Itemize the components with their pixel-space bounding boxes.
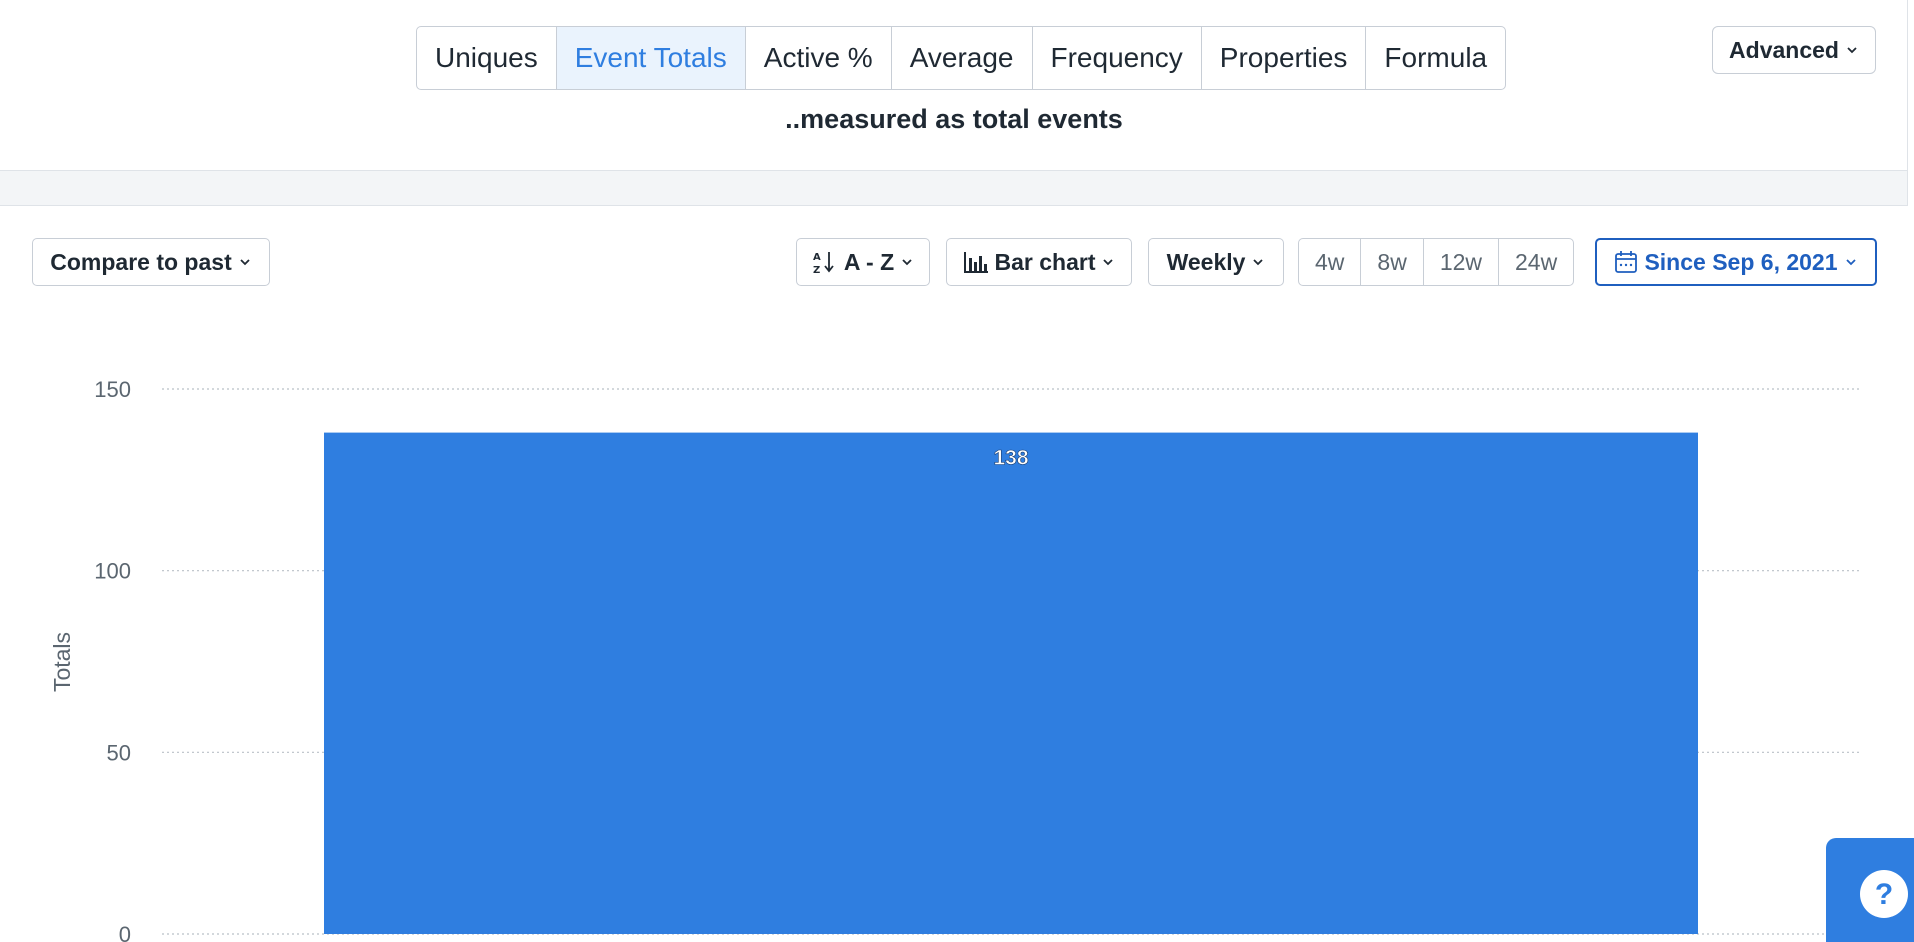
bar[interactable] — [324, 432, 1698, 934]
date-label: Since Sep 6, 2021 — [1644, 248, 1838, 275]
date-range-picker[interactable]: Since Sep 6, 2021 — [1595, 238, 1877, 286]
measured-caption: ..measured as total events — [785, 104, 1123, 134]
chevron-down-icon — [902, 259, 912, 266]
svg-text:A: A — [813, 252, 821, 263]
chart-type-dropdown[interactable]: Bar chart — [946, 238, 1132, 286]
range-24w-button[interactable]: 24w — [1499, 239, 1573, 285]
question-mark-icon: ? — [1860, 870, 1908, 918]
interval-dropdown[interactable]: Weekly — [1148, 238, 1284, 286]
bars: 138 — [324, 432, 1698, 934]
bar-chart-icon — [963, 252, 988, 273]
tab-event-totals[interactable]: Event Totals — [556, 27, 746, 89]
metric-panel: Uniques Event Totals Active % Average Fr… — [0, 0, 1908, 171]
sort-alpha-icon: A Z — [813, 252, 834, 275]
y-tick-label: 150 — [94, 377, 131, 402]
y-axis-label: Totals — [49, 632, 75, 692]
compare-to-past-dropdown[interactable]: Compare to past — [32, 238, 270, 286]
tab-formula[interactable]: Formula — [1366, 27, 1505, 89]
tab-uniques[interactable]: Uniques — [417, 27, 557, 89]
metric-tabs: Uniques Event Totals Active % Average Fr… — [416, 26, 1507, 90]
range-4w-button[interactable]: 4w — [1299, 239, 1362, 285]
y-tick-label: 100 — [94, 559, 131, 584]
range-12w-button[interactable]: 12w — [1424, 239, 1500, 285]
compare-label: Compare to past — [50, 248, 232, 275]
svg-text:Z: Z — [813, 265, 820, 275]
sort-dropdown[interactable]: A Z A - Z — [796, 238, 930, 286]
sort-label: A - Z — [843, 248, 895, 275]
interval-label: Weekly — [1166, 248, 1246, 275]
bar-data-label: 138 — [993, 447, 1028, 470]
advanced-label: Advanced — [1729, 36, 1839, 63]
calendar-icon — [1615, 251, 1638, 273]
y-tick-label: 50 — [107, 740, 131, 765]
chart-type-label: Bar chart — [994, 248, 1096, 275]
help-widget[interactable]: ? — [1826, 838, 1914, 942]
tab-properties[interactable]: Properties — [1202, 27, 1367, 89]
range-selector: 4w 8w 12w 24w — [1298, 238, 1575, 286]
chevron-down-icon — [1845, 259, 1856, 266]
help-label: ? — [1875, 878, 1893, 911]
totals-bar-chart: 0 50 100 150 138 Totals — [49, 377, 1862, 942]
chevron-down-icon — [1103, 259, 1114, 266]
tab-active-percent[interactable]: Active % — [746, 27, 892, 89]
y-tick-label: 0 — [119, 922, 131, 942]
advanced-dropdown[interactable]: Advanced — [1712, 26, 1876, 74]
chevron-down-icon — [240, 259, 250, 266]
tab-average[interactable]: Average — [892, 27, 1033, 89]
section-divider — [0, 171, 1908, 206]
chevron-down-icon — [1847, 47, 1857, 54]
chevron-down-icon — [1253, 259, 1264, 266]
y-axis-ticks: 0 50 100 150 — [94, 377, 131, 942]
tab-frequency[interactable]: Frequency — [1033, 27, 1202, 89]
range-8w-button[interactable]: 8w — [1361, 239, 1424, 285]
